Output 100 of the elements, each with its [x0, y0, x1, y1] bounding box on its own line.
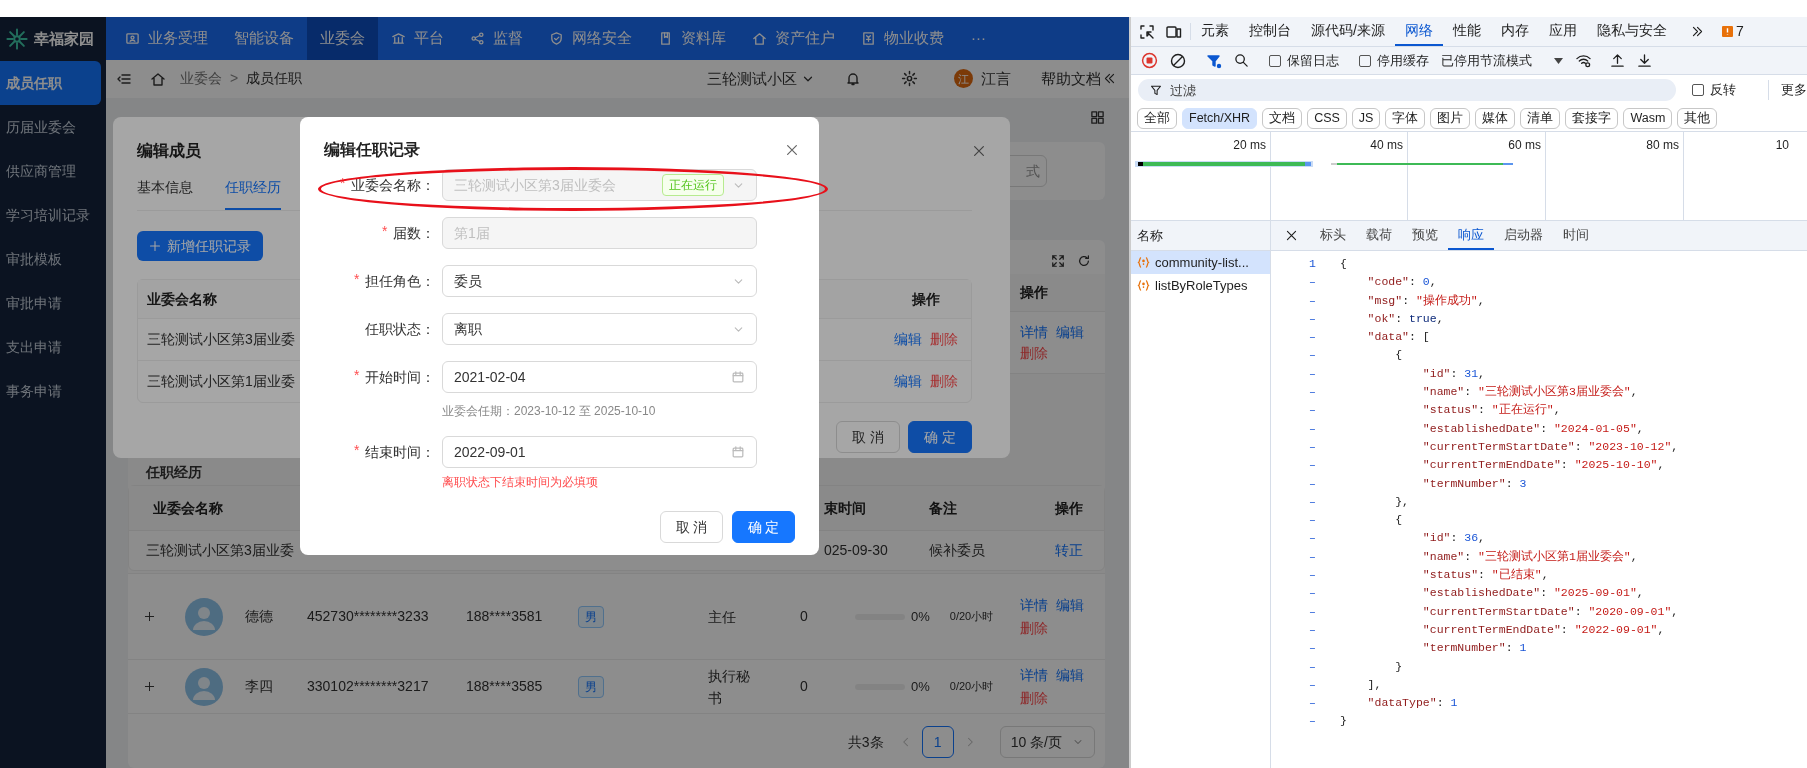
action-link[interactable]: 编辑	[893, 329, 922, 350]
fullscreen-icon[interactable]	[1051, 254, 1065, 268]
nav-tab[interactable]: 资料库	[645, 17, 739, 60]
action-link[interactable]: 详情	[1020, 664, 1048, 686]
detail-tab[interactable]: 启动器	[1494, 221, 1553, 250]
throttle-select[interactable]: 已停用节流模式	[1441, 50, 1563, 71]
devtools-tab[interactable]: 源代码/来源	[1301, 17, 1395, 46]
close-icon[interactable]	[1285, 229, 1298, 242]
checkbox[interactable]: 保留日志	[1269, 50, 1339, 71]
type-filter-chip[interactable]: 清单	[1520, 107, 1561, 129]
inspect-icon[interactable]	[1139, 23, 1155, 40]
device-icon[interactable]	[1165, 23, 1182, 40]
request-item[interactable]: listByRoleTypes	[1131, 274, 1270, 297]
home-icon[interactable]	[150, 70, 166, 87]
filter-field[interactable]: 过滤	[1138, 79, 1676, 101]
page-size-select[interactable]: 10 条/页	[999, 726, 1095, 758]
type-filter-chip[interactable]: 全部	[1137, 107, 1177, 129]
delete-link[interactable]: 删除	[929, 329, 958, 350]
expand-icon[interactable]	[143, 681, 155, 692]
action-link[interactable]: 编辑	[1056, 594, 1084, 616]
select-field[interactable]: 委员	[442, 265, 757, 297]
tab[interactable]: 任职经历	[225, 177, 281, 210]
action-link[interactable]: 编辑	[1056, 321, 1084, 343]
filter-icon[interactable]	[1206, 52, 1222, 69]
sidebar-item[interactable]: 供应商管理	[0, 149, 101, 193]
cancel-button[interactable]: 取 消	[836, 421, 900, 453]
type-filter-chip[interactable]: JS	[1351, 107, 1381, 129]
add-record-button[interactable]: 新增任职记录	[137, 231, 263, 261]
page-button[interactable]: 1	[921, 726, 954, 758]
search-icon[interactable]	[1234, 53, 1249, 68]
type-filter-chip[interactable]: 字体	[1385, 107, 1426, 129]
network-conditions-icon[interactable]	[1575, 53, 1592, 68]
nav-tab[interactable]: 业委会	[307, 17, 378, 60]
checkbox[interactable]: 停用缓存	[1359, 50, 1429, 71]
devtools-tab[interactable]: 控制台	[1239, 17, 1301, 46]
promote-link[interactable]: 转正	[1054, 542, 1083, 558]
more-filters-button[interactable]: 更多	[1768, 80, 1807, 100]
community-select[interactable]: 三轮测试小区	[707, 67, 815, 91]
sidebar-item[interactable]: 事务申请	[0, 369, 101, 413]
more-nav[interactable]: ···	[957, 17, 1000, 60]
type-filter-chip[interactable]: 图片	[1430, 107, 1471, 129]
sidebar-item[interactable]: 审批申请	[0, 281, 101, 325]
sidebar-item[interactable]: 审批模板	[0, 237, 101, 281]
tab[interactable]: 基本信息	[137, 177, 193, 210]
detail-tab[interactable]: 预览	[1402, 221, 1448, 250]
type-filter-chip[interactable]: 套接字	[1565, 107, 1619, 129]
sidebar-item[interactable]: 学习培训记录	[0, 193, 101, 237]
date-field[interactable]: 2022-09-01	[442, 436, 757, 468]
nav-tab[interactable]: 资产住户	[739, 17, 848, 60]
checkbox[interactable]: 反转	[1692, 80, 1736, 100]
action-link[interactable]: 详情	[1020, 594, 1048, 616]
nav-tab[interactable]: 监督	[457, 17, 536, 60]
type-filter-chip[interactable]: Wasm	[1623, 107, 1673, 129]
type-filter-chip[interactable]: 媒体	[1475, 107, 1516, 129]
download-icon[interactable]	[1637, 53, 1652, 68]
expand-icon[interactable]	[143, 611, 155, 622]
time-tick-label: 20 ms	[1233, 137, 1266, 154]
confirm-button[interactable]: 确 定	[732, 511, 795, 543]
sidebar-item[interactable]: 支出申请	[0, 325, 101, 369]
sidebar-item[interactable]: 历届业委会	[0, 105, 101, 149]
cancel-button[interactable]: 取 消	[660, 511, 723, 543]
action-link[interactable]: 编辑	[893, 371, 922, 392]
breadcrumb-link[interactable]: 业委会	[180, 68, 222, 90]
devtools-tab[interactable]: 性能	[1442, 17, 1491, 46]
delete-link[interactable]: 删除	[929, 371, 958, 392]
help-link[interactable]: 帮助文档	[1041, 67, 1116, 91]
type-filter-chip[interactable]: 其他	[1677, 107, 1718, 129]
issues-badge[interactable]: 7	[1713, 21, 1744, 42]
nav-tab[interactable]: 网络安全	[536, 17, 645, 60]
more-tabs-icon[interactable]	[1690, 25, 1704, 38]
nav-tab[interactable]: 平台	[378, 17, 457, 60]
confirm-button[interactable]: 确 定	[908, 421, 972, 453]
detail-tab[interactable]: 载荷	[1356, 221, 1402, 250]
stop-recording-icon[interactable]	[1141, 52, 1158, 69]
clear-icon[interactable]	[1170, 52, 1186, 69]
devtools-tab[interactable]: 元素	[1191, 17, 1239, 46]
detail-tab[interactable]: 标头	[1310, 221, 1356, 250]
nav-tab[interactable]: 智能设备	[221, 17, 307, 60]
request-item[interactable]: community-list...	[1131, 251, 1270, 274]
upload-icon[interactable]	[1610, 53, 1625, 68]
nav-tab[interactable]: 业务受理	[112, 17, 221, 60]
type-filter-chip[interactable]: CSS	[1307, 107, 1347, 129]
date-field[interactable]: 2021-02-04	[442, 361, 757, 393]
action-link[interactable]: 详情	[1020, 321, 1048, 343]
detail-tab[interactable]: 时间	[1553, 221, 1599, 250]
action-link[interactable]: 编辑	[1056, 664, 1084, 686]
user-name[interactable]: 江言	[981, 67, 1011, 91]
bell-icon[interactable]	[845, 70, 861, 87]
grid-icon[interactable]	[1090, 110, 1105, 125]
devtools-tab[interactable]: 隐私与安全	[1586, 17, 1677, 46]
refresh-icon[interactable]	[1077, 254, 1091, 268]
sidebar-item[interactable]: 成员任职	[0, 61, 101, 105]
settings-icon[interactable]	[901, 70, 918, 88]
nav-tab[interactable]: 物业收费	[848, 17, 957, 60]
type-filter-chip[interactable]: 文档	[1262, 107, 1303, 129]
devtools-tab[interactable]: 内存	[1490, 17, 1539, 46]
type-filter-chip[interactable]: Fetch/XHR	[1182, 107, 1258, 129]
detail-tab[interactable]: 响应	[1448, 221, 1494, 250]
select-field[interactable]: 离职	[442, 313, 757, 345]
devtools-tab[interactable]: 应用	[1538, 17, 1587, 46]
